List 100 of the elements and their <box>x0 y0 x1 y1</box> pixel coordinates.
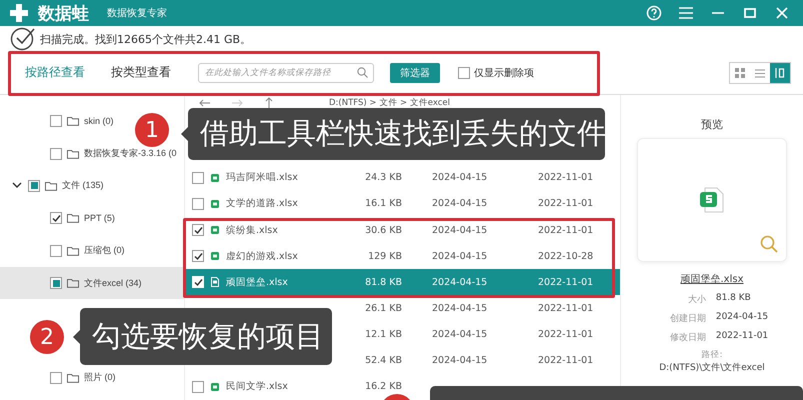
file-size: 81.8 KB <box>364 276 402 288</box>
callout-pointer-tooltip <box>73 330 80 344</box>
view-mode-button[interactable] <box>770 63 790 83</box>
tree-item[interactable]: 文件excel (34) <box>0 266 184 300</box>
detail-label: 大小 <box>686 294 706 306</box>
step-number-tooltip: 2 <box>30 320 64 354</box>
search-field[interactable]: 在此处输入文件名称或保存路径 <box>198 63 374 83</box>
app-name: 数据蛙 <box>38 2 89 24</box>
tree-label: PPT (5) <box>84 213 115 224</box>
file-name: 虚幻的游戏.xlsx <box>226 250 299 263</box>
modified-date: 2022-11-01 <box>538 224 594 236</box>
detail-label: 创建日期 <box>668 312 706 325</box>
checkbox[interactable] <box>50 244 62 257</box>
detail-value: 2024-04-15 <box>716 312 768 324</box>
checkbox[interactable] <box>50 115 62 128</box>
spreadsheet-icon <box>210 225 220 236</box>
file-name: 玛吉阿米唱.xlsx <box>226 171 299 184</box>
created-date: 2024-04-15 <box>432 172 488 184</box>
file-row[interactable]: 玛吉阿米唱.xlsx 24.3 KB 2024-04-15 2022-11-01 <box>185 164 620 191</box>
scan-status: 扫描完成。找到12665个文件共2.41 GB。 <box>40 32 252 46</box>
check-circle-icon <box>10 27 36 51</box>
checkbox-label: 仅显示删除项 <box>474 67 534 80</box>
detail-value: 2022-11-01 <box>716 331 768 343</box>
folder-icon <box>67 372 79 383</box>
app-subtitle: 数据恢复专家 <box>107 6 167 20</box>
file-size: 26.1 KB <box>364 302 402 314</box>
folder-icon <box>67 213 79 224</box>
up-arrow-icon[interactable] <box>265 97 273 108</box>
folder-icon <box>67 148 79 159</box>
tree-label: skin (0) <box>84 116 114 126</box>
spreadsheet-icon <box>210 277 220 288</box>
created-date: 2024-04-15 <box>432 302 488 314</box>
spreadsheet-icon <box>210 251 220 262</box>
search-icon <box>357 67 368 78</box>
checkbox[interactable] <box>50 277 62 290</box>
back-arrow-icon[interactable] <box>199 98 210 107</box>
file-size: 24.3 KB <box>364 172 402 184</box>
file-row[interactable]: 民间文学.xlsx 16.2 KB <box>185 374 620 400</box>
tree-item[interactable]: skin (0) <box>0 105 118 138</box>
checkbox[interactable] <box>192 380 204 393</box>
tree-label: 压缩包 (0) <box>84 244 124 258</box>
modified-date: 2022-11-01 <box>538 172 594 184</box>
tree-item[interactable]: 文件 (135) <box>0 170 108 202</box>
checkbox[interactable] <box>50 372 62 384</box>
created-date: 2024-04-15 <box>432 276 488 288</box>
detail-label: 修改日期 <box>668 332 706 344</box>
step-number-tooltip: 1 <box>135 113 169 147</box>
created-date: 2024-04-15 <box>432 224 488 236</box>
modified-date: 2022-11-01 <box>538 329 594 340</box>
spreadsheet-file-icon <box>699 186 725 214</box>
checkbox[interactable] <box>192 224 204 236</box>
grid-icon <box>735 68 745 78</box>
file-row[interactable]: 顽固堡垒.xlsx 81.8 KB 2024-04-15 2022-11-01 <box>185 269 620 296</box>
file-size: 16.2 KB <box>364 381 402 392</box>
checkbox[interactable] <box>192 250 204 262</box>
file-row[interactable]: 缤纷集.xlsx 30.6 KB 2024-04-15 2022-11-01 <box>185 216 620 244</box>
file-name: 民间文学.xlsx <box>226 380 289 394</box>
callout-tooltip: 借助工具栏快速找到丢失的文件 <box>188 108 605 160</box>
file-size: 16.1 KB <box>364 198 402 210</box>
checkbox[interactable] <box>458 67 470 79</box>
callout-tooltip: 勾选要恢复的项目 <box>80 308 332 365</box>
folder-icon <box>67 246 79 256</box>
file-row[interactable]: 虚幻的游戏.xlsx 129 KB 2024-04-15 2022-10-28 <box>185 243 620 270</box>
filter-button[interactable]: 筛选器 <box>390 63 440 83</box>
modified-date: 2022-11-01 <box>538 302 594 314</box>
created-date: 2024-04-15 <box>432 355 488 366</box>
zoom-icon[interactable] <box>760 235 778 253</box>
tree-label: 照片 (0) <box>84 371 116 384</box>
breadcrumb: D:(NTFS) > 文件 > 文件excel <box>329 98 450 108</box>
created-date: 2024-04-15 <box>432 198 488 210</box>
file-row[interactable]: 文学的道路.xlsx 16.1 KB 2024-04-15 2022-11-01 <box>185 190 620 217</box>
file-name: 缤纷集.xlsx <box>226 224 279 237</box>
folder-icon <box>67 278 79 288</box>
checkbox[interactable] <box>192 172 204 184</box>
preview-file-name: 顽固堡垒.xlsx <box>680 272 744 286</box>
created-date: 2024-04-15 <box>432 329 488 340</box>
file-size: 12.1 KB <box>364 329 402 340</box>
checkbox[interactable] <box>28 180 40 192</box>
columns-icon <box>775 68 785 78</box>
tree-label: 数据恢复专家-3.3.16 (0 <box>84 147 177 160</box>
modified-date: 2022-10-28 <box>538 250 594 262</box>
checkbox[interactable] <box>192 198 204 210</box>
spreadsheet-icon <box>210 382 220 392</box>
view-tab[interactable]: 按路径查看 <box>12 52 98 94</box>
spreadsheet-icon <box>210 198 220 209</box>
folder-icon <box>67 116 79 126</box>
spreadsheet-icon <box>210 172 220 183</box>
path-value: D:(NTFS)\文件\文件excel <box>659 362 765 374</box>
file-name: 顽固堡垒.xlsx <box>226 276 289 289</box>
tree-label: 文件excel (34) <box>84 276 142 290</box>
callout-pointer-tooltip <box>181 127 188 141</box>
tree-item[interactable]: 压缩包 (0) <box>0 234 128 267</box>
file-size: 30.6 KB <box>364 224 402 236</box>
checkbox[interactable] <box>50 212 62 224</box>
path-label: 路径: <box>702 349 722 361</box>
chevron-icon[interactable] <box>12 182 22 190</box>
view-tab[interactable]: 按类型查看 <box>98 52 184 94</box>
checkbox[interactable] <box>50 148 62 160</box>
list-icon <box>755 68 765 78</box>
tree-item[interactable]: PPT (5) <box>0 202 119 235</box>
